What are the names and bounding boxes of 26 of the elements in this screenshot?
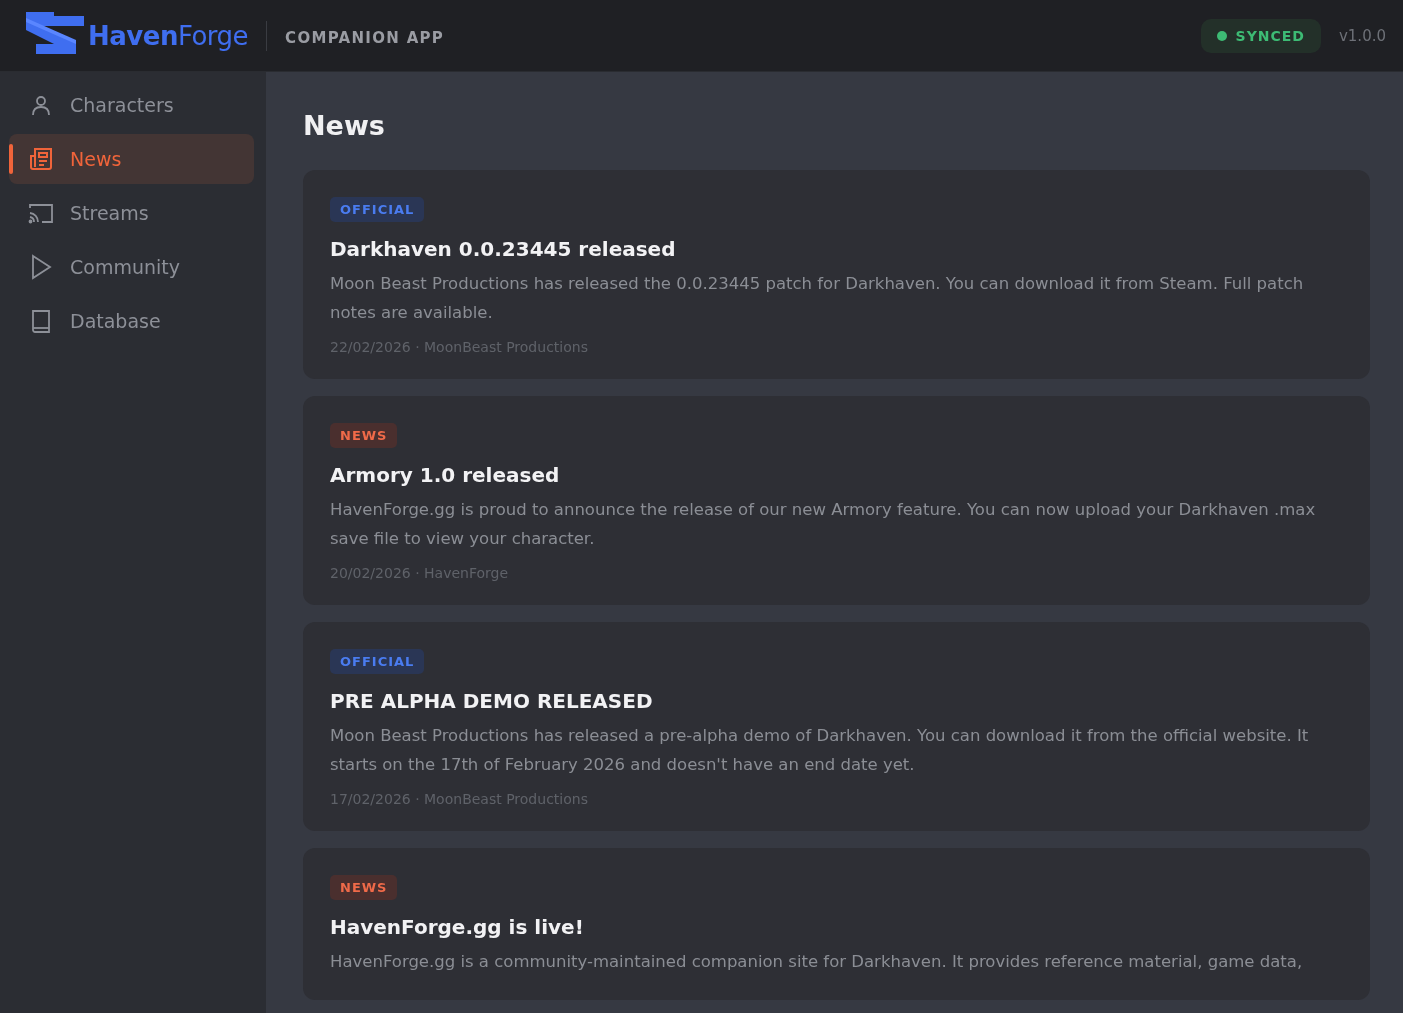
nav-item[interactable]: News [9, 134, 254, 184]
app-subtitle: COMPANION APP [285, 28, 445, 47]
article-summary: HavenForge.gg is proud to announce the release of our new Armory feature. You can now upload your Darkhaven .max save file to view your character. [330, 499, 1317, 550]
article-summary: Moon Beast Productions has released the 0.0.23445 patch for Darkhaven. You can download it from Steam. Full patch notes are available. [330, 273, 1305, 324]
article-title: Armory 1.0 released [330, 463, 560, 487]
category-tag: NEWS [330, 423, 398, 448]
cast-icon [28, 202, 54, 224]
category-tag: OFFICIAL [330, 197, 425, 222]
nav-item[interactable]: Database [9, 296, 254, 346]
version-label: v1.0.0 [1338, 26, 1386, 45]
nav-item[interactable]: Community [9, 242, 254, 292]
category-tag: NEWS [330, 875, 398, 900]
article-title: HavenForge.gg is live! [330, 915, 584, 939]
category-tag: OFFICIAL [330, 649, 425, 674]
page-title: News [303, 110, 386, 141]
newspaper-icon [28, 146, 54, 172]
article-summary: Moon Beast Productions has released a pre-alpha demo of Darkhaven. You can download it from the official website. It starts on the 17th of February 2026 and doesn't have an end date yet. [330, 725, 1310, 776]
article-title: Darkhaven 0.0.23445 released [330, 237, 676, 261]
nav-item[interactable]: Characters [9, 80, 254, 130]
app-logo-text: HavenForge [88, 20, 249, 51]
status-dot-icon [1216, 30, 1227, 41]
sync-status-text: SYNCED [1235, 27, 1305, 44]
nav-item[interactable]: Streams [9, 188, 254, 238]
article-summary: HavenForge.gg is a community-maintained companion site for Darkhaven. It provides reference material, game data, [330, 951, 1303, 973]
logo-icon [26, 11, 84, 54]
article-title: PRE ALPHA DEMO RELEASED [330, 689, 653, 713]
